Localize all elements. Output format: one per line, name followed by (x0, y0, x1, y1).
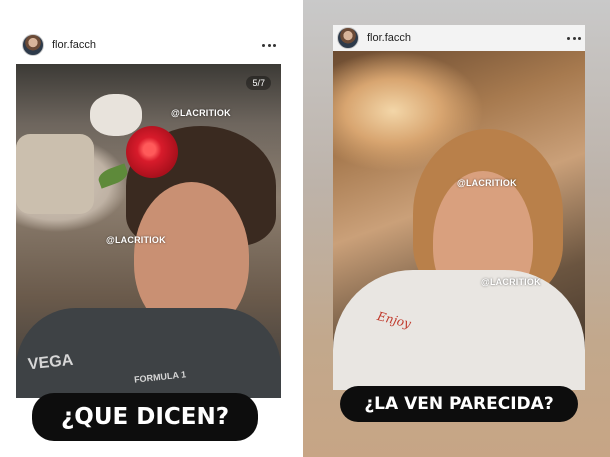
watermark-face: @LACRITIOK (106, 235, 166, 245)
username[interactable]: flor.facch (52, 39, 96, 51)
more-options-icon[interactable] (567, 36, 585, 40)
photo-counter: 5/7 (246, 76, 271, 90)
caption-right: ¿LA VEN PARECIDA? (340, 386, 578, 422)
plush-toy (90, 94, 142, 136)
username[interactable]: flor.facch (367, 32, 411, 44)
watermark-bottom: @LACRITIOK (481, 277, 541, 287)
more-options-icon[interactable] (262, 43, 280, 47)
shirt (333, 270, 585, 390)
left-post-panel: flor.facch VEGA FORMULA 1 5/7 @LACRITIOK… (0, 0, 303, 457)
watermark-top: @LACRITIOK (171, 108, 231, 118)
right-post-header: flor.facch (333, 25, 585, 51)
right-post-photo: Enjoy @LACRITIOK @LACRITIOK (333, 51, 585, 390)
caption-left: ¿QUE DICEN? (32, 393, 258, 441)
rose-flower (126, 126, 178, 178)
avatar[interactable] (337, 27, 359, 49)
avatar[interactable] (22, 34, 44, 56)
sofa (16, 134, 94, 214)
watermark-top: @LACRITIOK (457, 178, 517, 188)
left-post-header: flor.facch (22, 33, 280, 57)
left-post-photo: VEGA FORMULA 1 5/7 @LACRITIOK @LACRITIOK (16, 64, 281, 398)
leaf (96, 163, 130, 189)
